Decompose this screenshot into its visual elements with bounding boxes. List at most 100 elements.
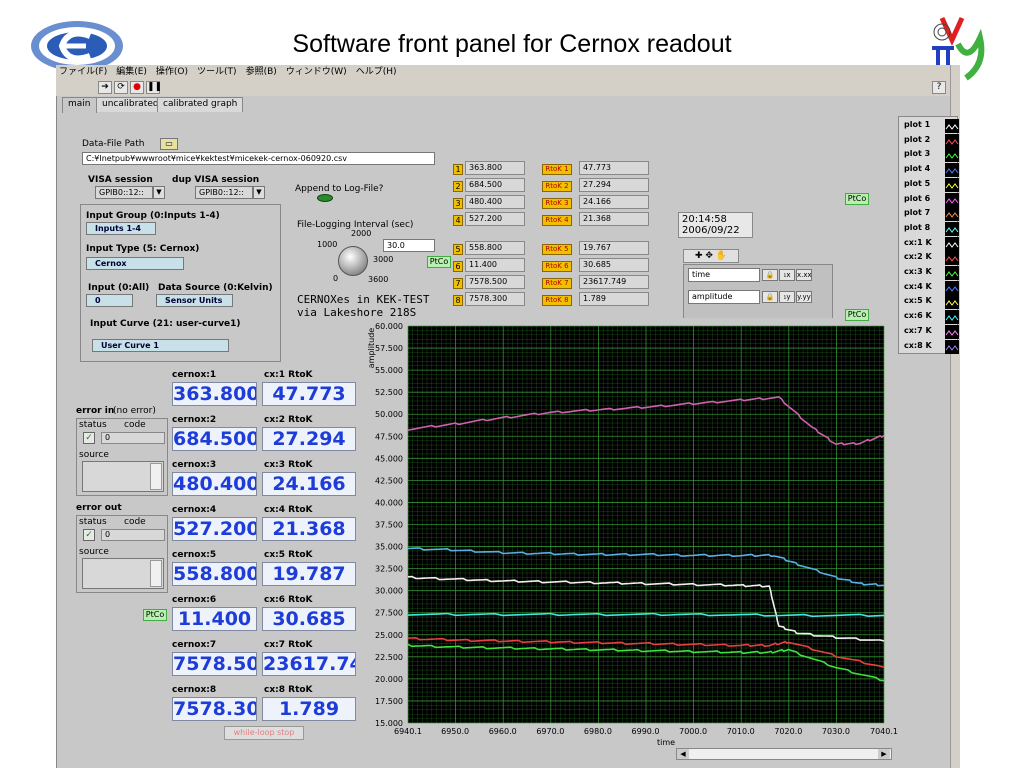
legend-entry-label: plot 5 bbox=[904, 178, 931, 188]
menu-item-2[interactable]: 操作(O) bbox=[156, 67, 188, 77]
append-log-toggle[interactable] bbox=[317, 194, 333, 202]
x-format-icon[interactable]: ₁x bbox=[779, 269, 795, 281]
legend-swatch bbox=[945, 221, 959, 236]
channel-raw-value: 480.400 bbox=[465, 195, 525, 209]
cernox-label: cernox:5 bbox=[172, 550, 217, 560]
data-source-select[interactable]: Sensor Units bbox=[156, 294, 233, 307]
x-precision-icon[interactable]: x.xx bbox=[796, 269, 812, 281]
legend-entry[interactable]: cx:5 K bbox=[899, 295, 959, 310]
x-tick-label: 6950.0 bbox=[441, 727, 469, 736]
legend-entry[interactable]: plot 3 bbox=[899, 148, 959, 163]
cernox-label: cernox:3 bbox=[172, 460, 217, 470]
pause-icon[interactable]: ❚❚ bbox=[146, 81, 162, 94]
plot-legend: plot 1 plot 2 plot 3 plot 4 plot 5 plot 6 plot… bbox=[898, 116, 959, 354]
legend-entry[interactable]: cx:4 K bbox=[899, 280, 959, 295]
legend-entry[interactable]: cx:6 K bbox=[899, 310, 959, 325]
input-group-select[interactable]: Inputs 1-4 bbox=[86, 222, 156, 235]
chart-scrollbar[interactable] bbox=[676, 748, 892, 760]
cursor-amplitude-field[interactable]: amplitude bbox=[688, 290, 760, 304]
menu-item-3[interactable]: ツール(T) bbox=[197, 67, 237, 77]
legend-entry[interactable]: cx:8 K bbox=[899, 339, 959, 354]
input-select[interactable]: 0 bbox=[86, 294, 133, 307]
channel-rtok-value: 47.773 bbox=[579, 161, 649, 175]
knob-tick-1000: 1000 bbox=[317, 240, 338, 249]
rtok-label-badge: RtoK 8 bbox=[542, 295, 572, 306]
legend-entry[interactable]: plot 8 bbox=[899, 221, 959, 236]
error-in-source-scrollbar[interactable] bbox=[150, 463, 162, 490]
y-tick-label: 40.000 bbox=[375, 498, 403, 507]
error-out-source-scrollbar[interactable] bbox=[150, 560, 162, 587]
run-arrow-icon[interactable]: ➔ bbox=[98, 81, 112, 94]
x-axis-label: time bbox=[657, 738, 675, 747]
menu-item-6[interactable]: ヘルプ(H) bbox=[356, 67, 397, 77]
cursor-time-field[interactable]: time bbox=[688, 268, 760, 282]
error-out-status-check-icon: ✓ bbox=[83, 529, 95, 541]
legend-swatch bbox=[945, 280, 959, 295]
legend-entry-label: cx:2 K bbox=[904, 252, 932, 262]
y-tick-label: 22.500 bbox=[375, 653, 403, 662]
menu-item-5[interactable]: ウィンドウ(W) bbox=[286, 67, 347, 77]
while-loop-stop-button[interactable]: while-loop stop bbox=[224, 726, 304, 740]
y-tick-label: 52.500 bbox=[375, 388, 403, 397]
scroll-left-icon[interactable]: ◀ bbox=[677, 749, 689, 759]
cernox-label: cernox:8 bbox=[172, 685, 217, 695]
menu-item-0[interactable]: ファイル(F) bbox=[59, 67, 107, 77]
legend-entry[interactable]: plot 7 bbox=[899, 207, 959, 222]
folder-icon[interactable]: ▭ bbox=[160, 138, 178, 150]
rtok-big-value: 24.166 bbox=[262, 472, 356, 496]
menu-item-1[interactable]: 編集(E) bbox=[116, 67, 147, 77]
tab-main[interactable]: main bbox=[62, 97, 97, 113]
dup-visa-dropdown-icon[interactable]: ▼ bbox=[253, 186, 265, 199]
visa-session-select[interactable]: GPIB0::12:: bbox=[95, 186, 153, 199]
legend-entry[interactable]: plot 1 bbox=[899, 119, 959, 133]
ptco-badge-channel6: PtCo bbox=[427, 256, 451, 268]
y-lock-icon[interactable]: 🔒 bbox=[762, 291, 778, 303]
channel-raw-value: 363.800 bbox=[465, 161, 525, 175]
y-tick-label: 50.000 bbox=[375, 410, 403, 419]
scroll-right-icon[interactable]: ▶ bbox=[878, 749, 890, 759]
y-tick-label: 17.500 bbox=[375, 697, 403, 706]
channel-rtok-value: 30.685 bbox=[579, 258, 649, 272]
rtok-label-badge: RtoK 2 bbox=[542, 181, 572, 192]
legend-entry[interactable]: cx:2 K bbox=[899, 251, 959, 266]
y-tick-label: 45.000 bbox=[375, 454, 403, 463]
help-icon[interactable]: ? bbox=[932, 81, 946, 94]
run-continuous-icon[interactable]: ⟳ bbox=[114, 81, 128, 94]
rtok-big-value: 27.294 bbox=[262, 427, 356, 451]
cernox-big-value: 7578.300 bbox=[172, 697, 257, 721]
logging-interval-knob[interactable] bbox=[338, 246, 368, 276]
legend-entry[interactable]: plot 4 bbox=[899, 163, 959, 178]
input-type-select[interactable]: Cernox bbox=[86, 257, 184, 270]
x-lock-icon[interactable]: 🔒 bbox=[762, 269, 778, 281]
error-in-code-label: code bbox=[124, 420, 146, 430]
channel-number-badge: 4 bbox=[453, 215, 463, 226]
rtok-big-value: 19.787 bbox=[262, 562, 356, 586]
tab-uncalibrated[interactable]: uncalibrated bbox=[96, 97, 165, 112]
y-format-icon[interactable]: ₁y bbox=[779, 291, 795, 303]
y-precision-icon[interactable]: y.yy bbox=[796, 291, 812, 303]
logging-interval-input[interactable]: 30.0 bbox=[383, 239, 435, 252]
legend-entry[interactable]: plot 5 bbox=[899, 177, 959, 192]
legend-swatch bbox=[945, 251, 959, 266]
menu-item-4[interactable]: 参照(B) bbox=[246, 67, 277, 77]
tab-calibrated-graph[interactable]: calibrated graph bbox=[157, 97, 244, 112]
cernox-big-value: 480.400 bbox=[172, 472, 257, 496]
data-file-path-input[interactable]: C:¥Inetpub¥wwwroot¥mice¥kektest¥micekek-… bbox=[82, 152, 435, 165]
append-log-label: Append to Log-File? bbox=[295, 184, 384, 194]
legend-entry[interactable]: cx:1 K bbox=[899, 236, 959, 251]
legend-entry[interactable]: cx:3 K bbox=[899, 266, 959, 280]
abort-icon[interactable]: ● bbox=[130, 81, 144, 94]
channel-raw-value: 11.400 bbox=[465, 258, 525, 272]
input-curve-select[interactable]: User Curve 1 bbox=[92, 339, 229, 352]
legend-entry-label: plot 3 bbox=[904, 149, 931, 159]
legend-entry[interactable]: cx:7 K bbox=[899, 324, 959, 339]
legend-entry[interactable]: plot 2 bbox=[899, 133, 959, 148]
input-curve-label: Input Curve (21: user-curve1) bbox=[90, 319, 241, 329]
error-in-label: error in bbox=[76, 406, 115, 416]
visa-dropdown-icon[interactable]: ▼ bbox=[153, 186, 165, 199]
legend-swatch bbox=[945, 236, 959, 251]
legend-entry[interactable]: plot 6 bbox=[899, 192, 959, 207]
y-tick-label: 27.500 bbox=[375, 609, 403, 618]
rtok-big-value: 30.685 bbox=[262, 607, 356, 631]
cernox-note-line1: CERNOXes in KEK-TEST bbox=[297, 293, 430, 306]
